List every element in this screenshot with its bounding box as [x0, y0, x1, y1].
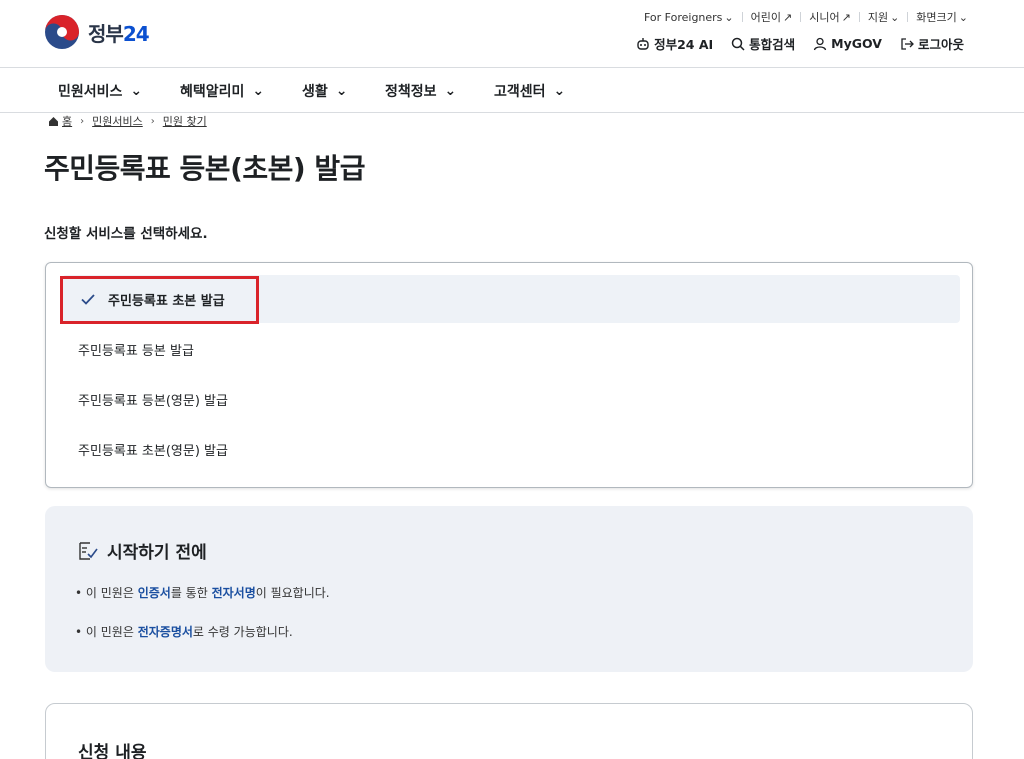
- chevron-right-icon: ›: [150, 115, 155, 127]
- option-copy-issue[interactable]: 주민등록표 등본 발급: [62, 325, 960, 373]
- before-start-box: 시작하기 전에 • 이 민원은 인증서를 통한 전자서명이 필요합니다. • 이…: [45, 506, 973, 672]
- main-utility-nav: 정부24 AI 통합검색 MyGOV 로그아웃: [636, 34, 964, 53]
- external-link-icon: ↗: [841, 10, 851, 24]
- application-content-title: 신청 내용: [78, 743, 147, 759]
- info-line-e-certificate: • 이 민원은 전자증명서로 수령 가능합니다.: [75, 625, 293, 639]
- chevron-down-icon: ⌄: [958, 10, 968, 24]
- check-icon: [81, 294, 95, 305]
- mygov-button[interactable]: MyGOV: [813, 36, 882, 51]
- chevron-down-icon: ⌄: [335, 82, 348, 99]
- gnb-benefit-alert[interactable]: 혜택알리미 ⌄: [180, 68, 264, 113]
- checklist-icon: [79, 541, 98, 560]
- util-foreigners[interactable]: For Foreigners ⌄: [644, 11, 734, 24]
- info-title: 시작하기 전에: [77, 538, 207, 563]
- util-support[interactable]: 지원 ⌄: [868, 9, 899, 25]
- breadcrumb-civil-service[interactable]: 민원서비스: [92, 113, 143, 129]
- option-label: 주민등록표 초본(영문) 발급: [78, 443, 228, 459]
- divider: [907, 12, 909, 22]
- chevron-down-icon: ⌄: [444, 82, 457, 99]
- gnb-life[interactable]: 생활 ⌄: [302, 68, 348, 113]
- site-header: 정부24 For Foreigners ⌄ 어린이 ↗ 시니어 ↗ 지원 ⌄ 화면크기 ⌄…: [0, 0, 1024, 68]
- gnb-civil-service[interactable]: 민원서비스 ⌄: [58, 68, 142, 113]
- option-label: 주민등록표 초본 발급: [108, 293, 225, 309]
- option-abstract-issue[interactable]: 주민등록표 초본 발급: [62, 275, 960, 323]
- breadcrumb-find-civil[interactable]: 민원 찾기: [163, 113, 207, 129]
- gnb-policy-info[interactable]: 정책정보 ⌄: [385, 68, 456, 113]
- taegeuk-icon: [45, 15, 79, 49]
- info-line-signature: • 이 민원은 인증서를 통한 전자서명이 필요합니다.: [75, 586, 330, 600]
- breadcrumb: 홈 › 민원서비스 › 민원 찾기: [48, 113, 207, 129]
- service-option-list: 주민등록표 초본 발급 주민등록표 등본 발급 주민등록표 등본(영문) 발급 …: [45, 262, 973, 488]
- user-icon: [814, 37, 827, 50]
- utility-nav: For Foreigners ⌄ 어린이 ↗ 시니어 ↗ 지원 ⌄ 화면크기 ⌄: [644, 9, 968, 25]
- logout-button[interactable]: 로그아웃: [900, 34, 964, 53]
- gov24-ai-button[interactable]: 정부24 AI: [636, 34, 713, 53]
- option-label: 주민등록표 등본 발급: [78, 343, 194, 359]
- option-abstract-english-issue[interactable]: 주민등록표 초본(영문) 발급: [62, 425, 960, 473]
- global-nav: 민원서비스 ⌄ 혜택알리미 ⌄ 생활 ⌄ 정책정보 ⌄ 고객센터 ⌄: [0, 68, 1024, 113]
- gov24-logo[interactable]: 정부24: [44, 14, 150, 50]
- divider: [858, 12, 860, 22]
- util-senior[interactable]: 시니어 ↗: [809, 9, 851, 25]
- gnb-customer-center[interactable]: 고객센터 ⌄: [494, 68, 565, 113]
- home-icon: [49, 116, 58, 126]
- application-content-box: 신청 내용: [45, 703, 973, 759]
- chevron-down-icon: ⌄: [553, 82, 566, 99]
- page-title: 주민등록표 등본(초본) 발급: [44, 152, 365, 185]
- chevron-down-icon: ⌄: [130, 82, 143, 99]
- external-link-icon: ↗: [783, 10, 793, 24]
- integrated-search-button[interactable]: 통합검색: [731, 34, 795, 53]
- logo-text: 정부24: [88, 21, 150, 46]
- divider: [741, 12, 743, 22]
- util-kids[interactable]: 어린이 ↗: [751, 9, 793, 25]
- divider: [800, 12, 802, 22]
- select-service-heading: 신청할 서비스를 선택하세요.: [44, 226, 208, 242]
- search-icon: [731, 37, 745, 51]
- chevron-down-icon: ⌄: [724, 10, 734, 24]
- util-font-size[interactable]: 화면크기 ⌄: [916, 9, 968, 25]
- chevron-down-icon: ⌄: [252, 82, 265, 99]
- option-label: 주민등록표 등본(영문) 발급: [78, 393, 228, 409]
- breadcrumb-home[interactable]: 홈: [62, 113, 72, 129]
- chevron-right-icon: ›: [80, 115, 85, 127]
- chevron-down-icon: ⌄: [890, 10, 900, 24]
- logout-icon: [901, 37, 914, 50]
- ai-bot-icon: [637, 37, 649, 50]
- option-copy-english-issue[interactable]: 주민등록표 등본(영문) 발급: [62, 375, 960, 423]
